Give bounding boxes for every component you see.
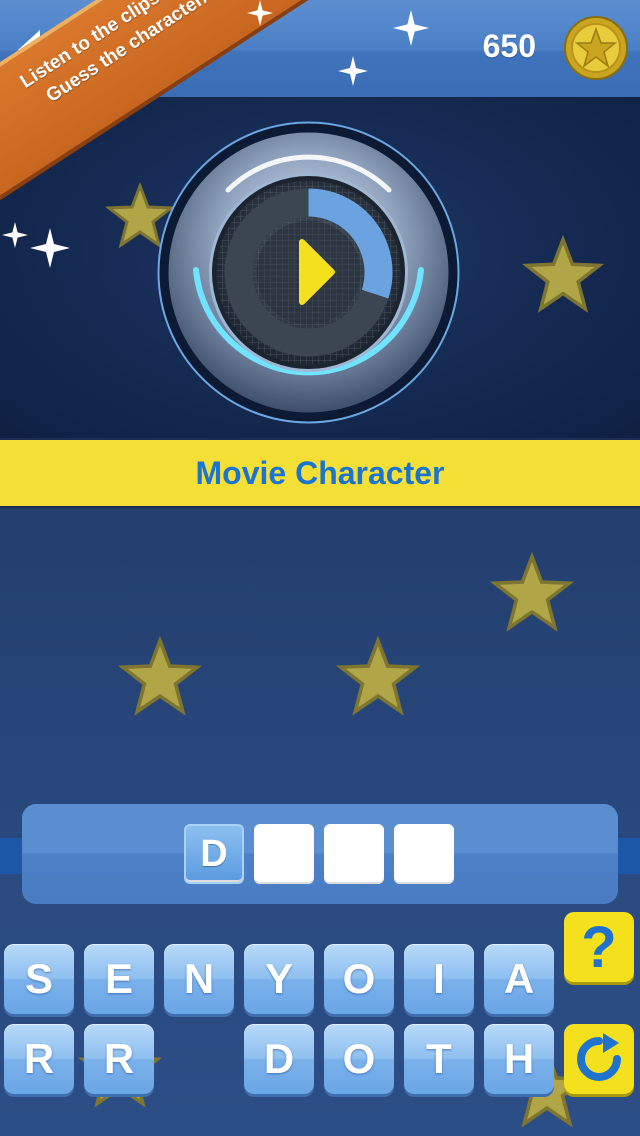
letter-key[interactable]: N [164, 944, 234, 1014]
star-decoration [490, 552, 574, 632]
letter-key[interactable]: D [244, 1024, 314, 1094]
letter-key[interactable]: R [4, 1024, 74, 1094]
star-decoration [118, 636, 202, 716]
star-decoration [336, 636, 420, 716]
category-banner: Movie Character [0, 438, 640, 508]
audio-player[interactable] [156, 120, 461, 425]
answer-slot[interactable]: D [184, 824, 244, 884]
letter-key[interactable]: R [84, 1024, 154, 1094]
letter-key[interactable]: O [324, 944, 394, 1014]
coin-count: 650 [482, 28, 536, 64]
letter-key[interactable]: S [4, 944, 74, 1014]
refresh-button[interactable] [564, 1024, 634, 1094]
letter-key[interactable]: H [484, 1024, 554, 1094]
gold-star-coin-icon[interactable] [563, 15, 629, 81]
question-mark-icon: ? [581, 914, 617, 980]
letter-key[interactable]: E [84, 944, 154, 1014]
star-decoration [522, 235, 604, 313]
hint-button[interactable]: ? [564, 912, 634, 982]
answer-slot[interactable] [254, 824, 314, 884]
letter-key[interactable]: T [404, 1024, 474, 1094]
letter-key[interactable]: A [484, 944, 554, 1014]
answer-panel [22, 804, 618, 904]
letter-key[interactable]: O [324, 1024, 394, 1094]
letter-key[interactable]: Y [244, 944, 314, 1014]
category-label: Movie Character [195, 454, 445, 491]
answer-slot[interactable] [324, 824, 384, 884]
letter-key[interactable]: I [404, 944, 474, 1014]
refresh-icon [577, 1033, 621, 1081]
answer-slot[interactable] [394, 824, 454, 884]
